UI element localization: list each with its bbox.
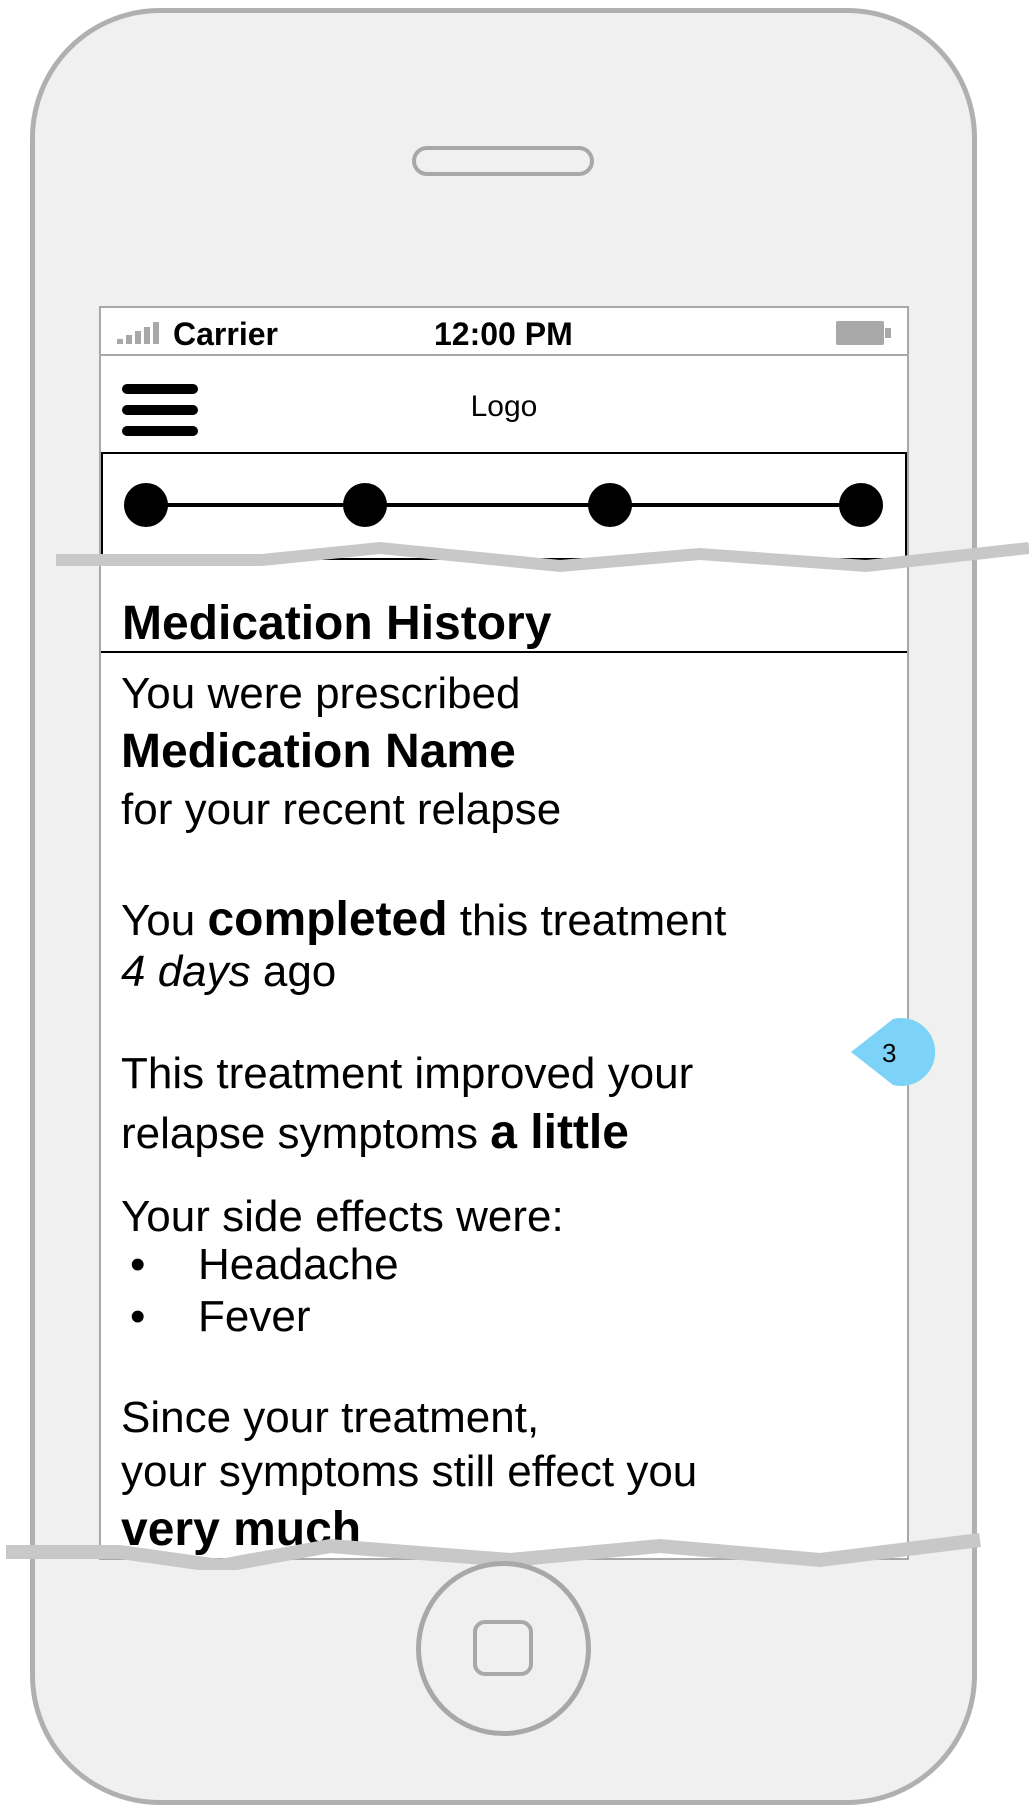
progress-step-2[interactable]	[343, 483, 387, 527]
speaker-slot	[412, 146, 594, 176]
bullet-icon: •	[130, 1240, 146, 1289]
annotation-marker-icon	[851, 1018, 936, 1086]
since-level: very much	[121, 1503, 362, 1556]
improvement-line1: This treatment improved your	[121, 1049, 694, 1098]
side-effect-item: Fever	[198, 1292, 311, 1341]
improvement-level: a little	[490, 1106, 629, 1159]
progress-step-1[interactable]	[124, 483, 168, 527]
side-effect-item: Headache	[198, 1240, 399, 1289]
progress-step-3[interactable]	[588, 483, 632, 527]
prescribed-reason: for your recent relapse	[121, 785, 562, 834]
since-line2: your symptoms still effect you	[121, 1447, 698, 1496]
progress-stepper	[101, 454, 907, 560]
completed-ago: ago	[250, 947, 337, 996]
app-header: Logo	[101, 356, 907, 454]
carrier-label: Carrier	[173, 316, 278, 352]
signal-icon	[117, 322, 167, 344]
logo: Logo	[470, 390, 538, 423]
prescribed-intro: You were prescribed	[121, 669, 521, 718]
battery-icon	[836, 321, 891, 345]
annotation-number: 3	[882, 1038, 897, 1068]
improvement-line2: relapse symptoms a little	[121, 1105, 629, 1160]
since-line1: Since your treatment,	[121, 1393, 540, 1442]
completed-duration: 4 days	[121, 947, 251, 996]
status-bar: Carrier 12:00 PM	[101, 308, 907, 356]
status-time: 12:00 PM	[434, 316, 573, 352]
improvement-prefix: relapse symptoms	[121, 1109, 491, 1158]
side-effects-heading: Your side effects were:	[121, 1192, 564, 1241]
completed-prefix: You	[121, 896, 208, 945]
bullet-icon: •	[130, 1292, 146, 1341]
title-divider	[101, 651, 907, 653]
progress-step-4[interactable]	[839, 483, 883, 527]
progress-line	[145, 503, 861, 507]
completed-suffix: this treatment	[447, 896, 727, 945]
page-title: Medication History	[122, 597, 552, 650]
home-square-icon	[473, 1620, 533, 1676]
completed-duration-line: 4 days ago	[121, 947, 336, 997]
completed-line: You completed this treatment	[121, 892, 726, 947]
medication-name: Medication Name	[121, 725, 516, 778]
completed-status: completed	[207, 893, 448, 946]
